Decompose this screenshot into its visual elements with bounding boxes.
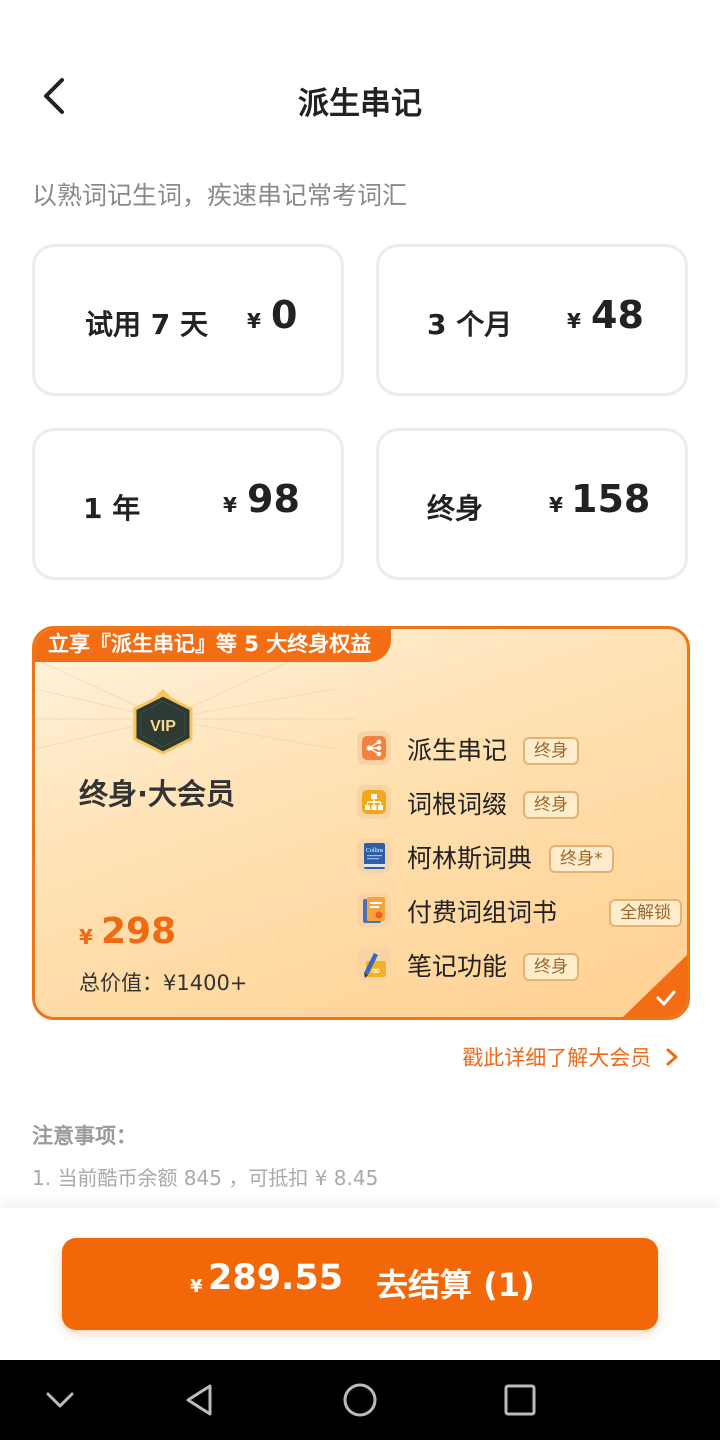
notes-title: 注意事项： bbox=[32, 1124, 137, 1148]
branch-icon bbox=[357, 731, 391, 765]
circle-home-icon bbox=[343, 1383, 377, 1417]
nav-recents-button[interactable] bbox=[498, 1378, 542, 1422]
plan-currency: ¥ bbox=[223, 493, 237, 517]
plan-currency: ¥ bbox=[567, 309, 581, 333]
learn-more-link[interactable]: 戳此详细了解大会员 bbox=[462, 1042, 680, 1072]
checkout-amount: 289.55 bbox=[208, 1258, 344, 1298]
benefit-tag: 终身 bbox=[523, 791, 579, 819]
books-icon bbox=[357, 893, 391, 927]
nav-back-button[interactable] bbox=[178, 1378, 222, 1422]
plan-name: 试用 7 天 bbox=[85, 308, 208, 341]
checkmark-icon bbox=[656, 990, 676, 1006]
hierarchy-icon bbox=[357, 785, 391, 819]
benefit-label: 派生串记 bbox=[407, 736, 508, 765]
plan-lifetime[interactable]: 终身 ¥ 158 bbox=[376, 428, 688, 580]
vip-title: 终身·大会员 bbox=[79, 777, 236, 811]
benefit-label: 笔记功能 bbox=[407, 952, 508, 981]
vip-badge-text: VIP bbox=[150, 718, 176, 735]
nav-collapse-button[interactable] bbox=[38, 1378, 82, 1422]
plan-currency: ¥ bbox=[549, 493, 563, 517]
pencil-note-icon: ∞ bbox=[357, 947, 391, 981]
svg-text:Collins: Collins bbox=[366, 848, 384, 854]
checkout-currency: ¥ bbox=[190, 1276, 203, 1297]
chevron-down-icon bbox=[46, 1392, 74, 1408]
square-recents-icon bbox=[504, 1384, 536, 1416]
page-title: 派生串记 bbox=[298, 86, 422, 122]
checkout-label: 去结算 (1) bbox=[376, 1266, 535, 1304]
plan-price: 48 bbox=[591, 293, 644, 337]
plan-price: 0 bbox=[271, 293, 298, 337]
benefit-tag: 终身* bbox=[549, 845, 614, 873]
benefit-tag: 终身 bbox=[523, 953, 579, 981]
note-item: 1. 当前酷币余额 845 ，可抵扣 ¥ 8.45 bbox=[32, 1166, 379, 1190]
vip-crown-icon: VIP bbox=[133, 689, 193, 755]
benefit-label: 词根词缀 bbox=[407, 790, 508, 819]
plan-trial-7-days[interactable]: 试用 7 天 ¥ 0 bbox=[32, 244, 344, 396]
benefit-tag: 终身 bbox=[523, 737, 579, 765]
vip-banner: 立享『派生串记』等 5 大终身权益 bbox=[35, 629, 392, 662]
benefit-tag: 全解锁 bbox=[609, 899, 682, 927]
checkout-bar: ¥ 289.55 去结算 (1) bbox=[0, 1208, 720, 1360]
subtitle: 以熟词记生词，疾速串记常考词汇 bbox=[32, 181, 408, 210]
benefit-label: 付费词组词书 bbox=[407, 898, 558, 927]
vip-currency: ¥ bbox=[79, 925, 93, 949]
learn-more-label: 戳此详细了解大会员 bbox=[462, 1046, 652, 1070]
plan-price: 98 bbox=[247, 477, 300, 521]
plan-currency: ¥ bbox=[247, 309, 261, 333]
nav-home-button[interactable] bbox=[338, 1378, 382, 1422]
benefit-label: 柯林斯词典 bbox=[407, 844, 533, 873]
chevron-right-icon bbox=[666, 1048, 678, 1066]
triangle-back-icon bbox=[186, 1384, 212, 1416]
header: 派生串记 bbox=[0, 60, 720, 140]
plan-price: 158 bbox=[571, 477, 651, 521]
vip-price: 298 bbox=[101, 911, 177, 952]
vip-lifetime-card[interactable]: 立享『派生串记』等 5 大终身权益 VIP 终身·大会员 ¥ 298 总价值：¥… bbox=[32, 626, 690, 1020]
plan-3-months[interactable]: 3 个月 ¥ 48 bbox=[376, 244, 688, 396]
plan-name: 3 个月 bbox=[427, 308, 513, 341]
plan-name: 终身 bbox=[427, 492, 484, 525]
system-nav-bar bbox=[0, 1360, 720, 1440]
checkout-button[interactable]: ¥ 289.55 去结算 (1) bbox=[62, 1238, 658, 1330]
vip-badge: VIP bbox=[131, 689, 195, 763]
vip-total-value: 总价值：¥1400+ bbox=[79, 971, 248, 995]
svg-text:∞: ∞ bbox=[371, 964, 380, 977]
collins-book-icon: Collins bbox=[357, 839, 391, 873]
plan-1-year[interactable]: 1 年 ¥ 98 bbox=[32, 428, 344, 580]
plan-name: 1 年 bbox=[83, 492, 141, 525]
decorative-rays bbox=[35, 659, 355, 750]
